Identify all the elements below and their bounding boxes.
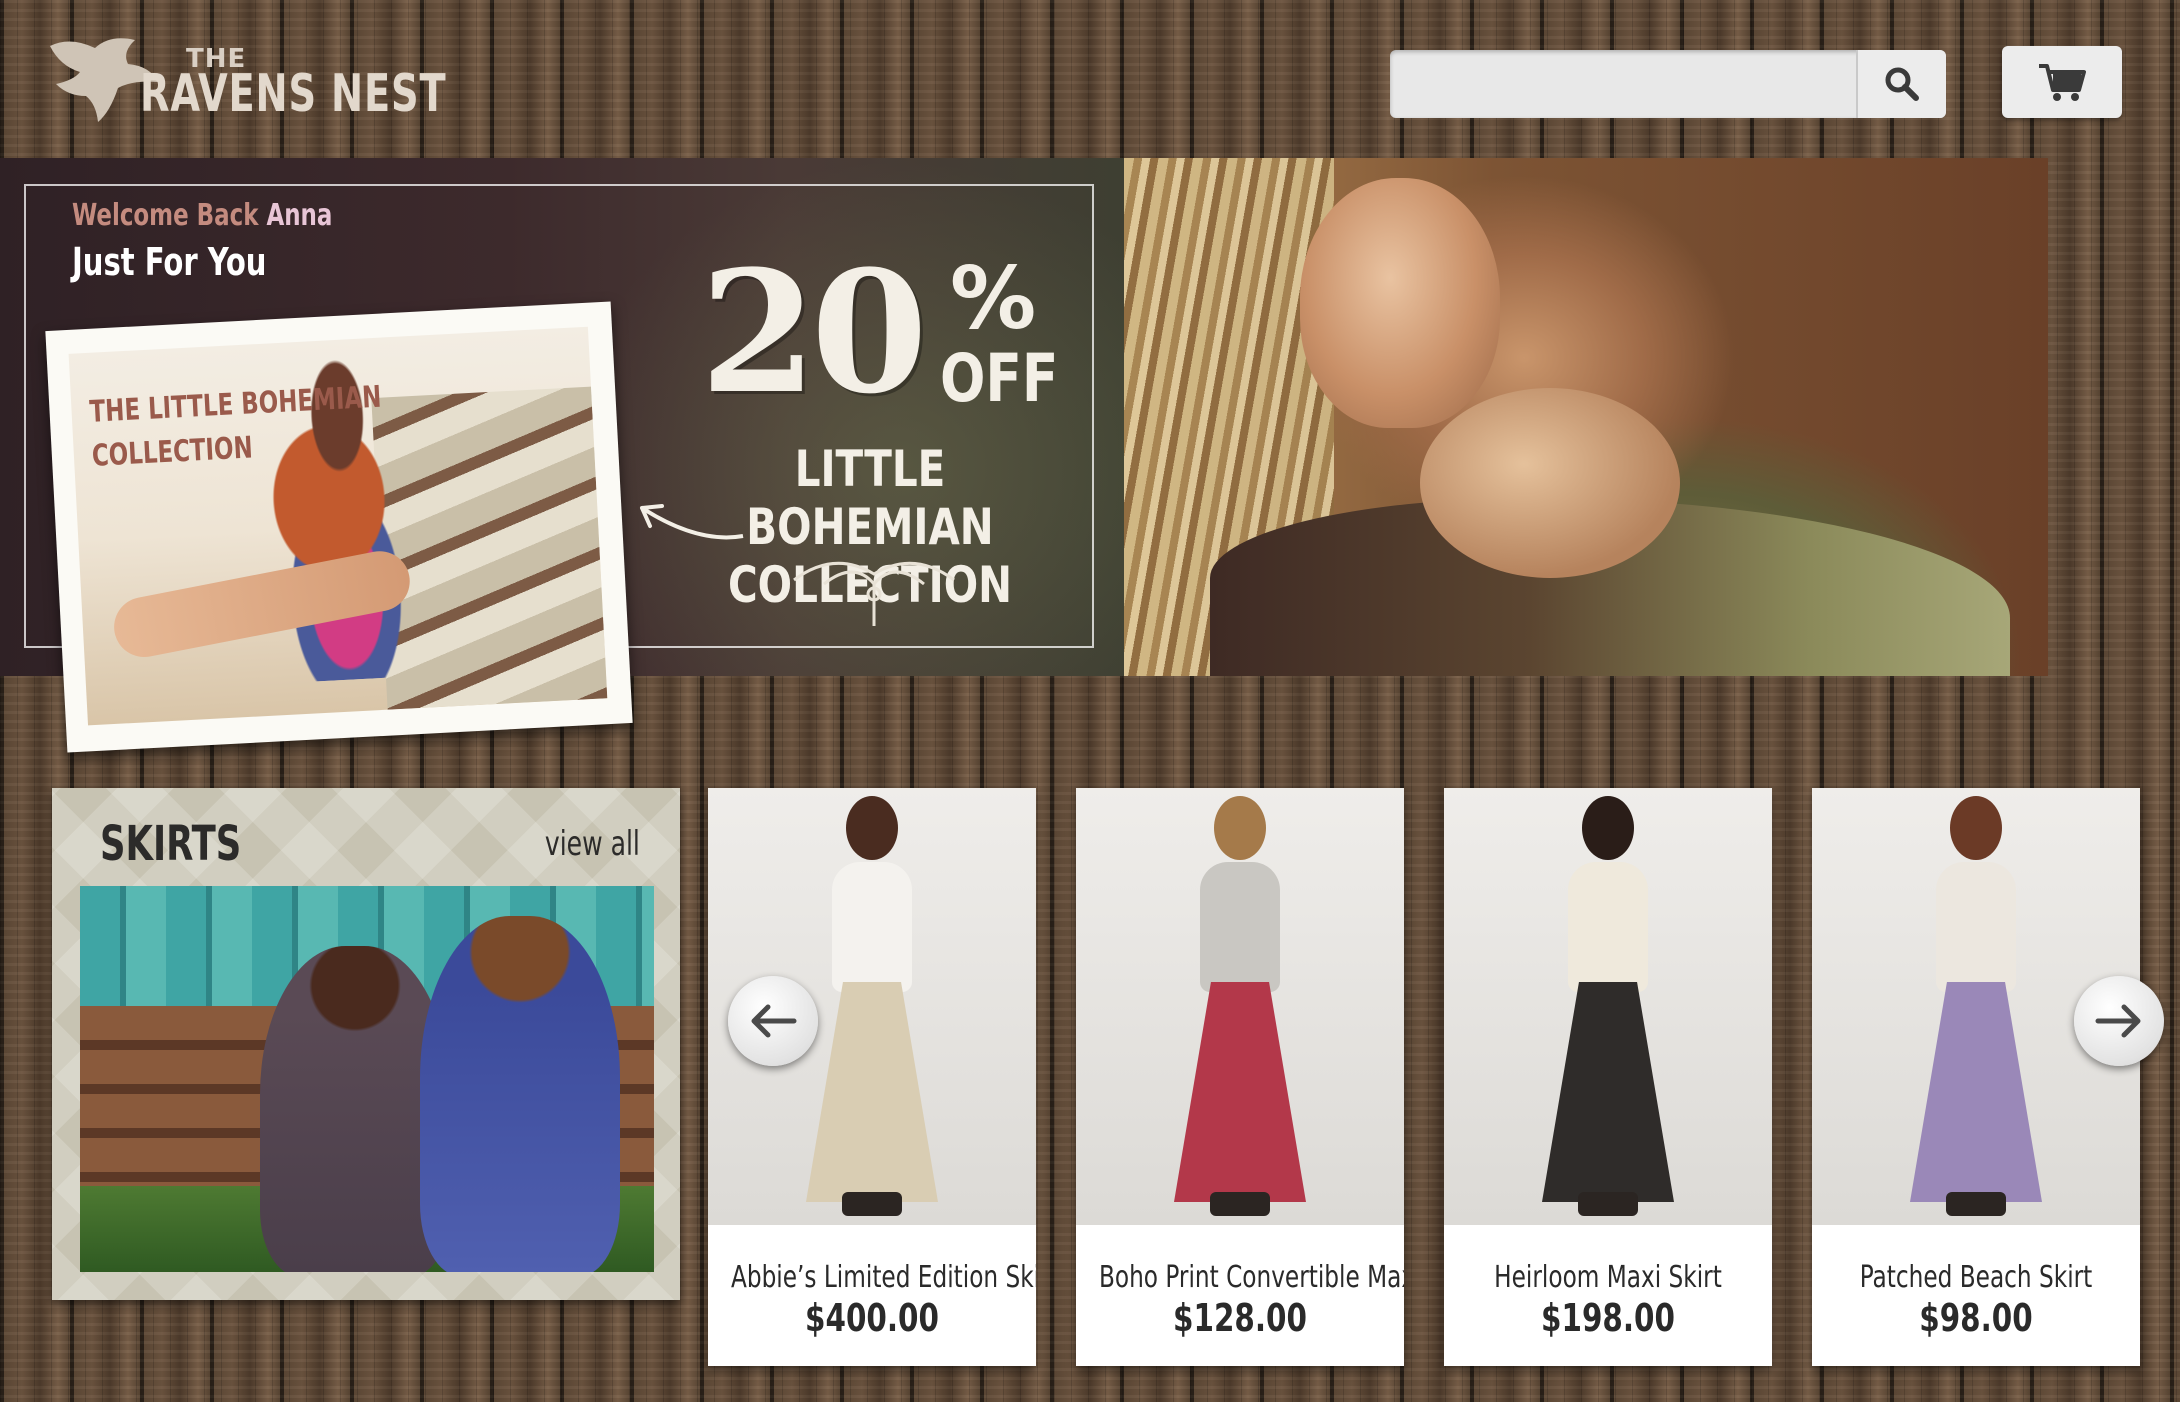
- product-price: $128.00: [1173, 1296, 1307, 1340]
- logo-name: RAVENS NEST: [140, 64, 447, 124]
- promo-percent-sign: %: [950, 249, 1037, 349]
- arrow-right-icon: [2095, 1004, 2141, 1038]
- search-icon: [1885, 67, 1919, 101]
- product-photo: [1076, 788, 1404, 1225]
- product-card[interactable]: Patched Beach Skirt $98.00: [1812, 788, 2140, 1366]
- header: THE RAVENS NEST: [0, 0, 2180, 158]
- curved-arrow-icon: [640, 504, 744, 540]
- skirts-category-photo: [80, 886, 654, 1272]
- just-for-you-heading: Just For You: [72, 240, 267, 284]
- product-photo: [1444, 788, 1772, 1225]
- arrow-left-icon: [751, 1004, 797, 1038]
- promo-discount-number: 20: [700, 233, 928, 431]
- flourish-ornament-icon: [793, 561, 955, 626]
- product-price: $98.00: [1919, 1296, 2033, 1340]
- skirts-title: SKIRTS: [100, 816, 242, 872]
- search-input[interactable]: [1390, 50, 1856, 118]
- view-all-link[interactable]: view all: [545, 824, 640, 864]
- product-card[interactable]: Heirloom Maxi Skirt $198.00: [1444, 788, 1772, 1366]
- skirts-category-tile[interactable]: SKIRTS view all: [52, 788, 680, 1300]
- cart-button[interactable]: [2002, 46, 2122, 118]
- carousel-prev-button[interactable]: [728, 976, 818, 1066]
- welcome-message: Welcome Back Anna: [72, 198, 332, 233]
- product-price: $400.00: [805, 1296, 939, 1340]
- product-name[interactable]: Boho Print Convertible Maxi: [1099, 1260, 1404, 1295]
- search-button[interactable]: [1856, 50, 1946, 118]
- search-bar: [1390, 50, 1946, 118]
- little-bohemian-polaroid[interactable]: THE LITTLE BOHEMIAN COLLECTION: [45, 301, 633, 753]
- product-card[interactable]: Abbie’s Limited Edition Skirt $400.00: [708, 788, 1036, 1366]
- carousel-next-button[interactable]: [2074, 976, 2164, 1066]
- product-name[interactable]: Patched Beach Skirt: [1835, 1260, 2117, 1295]
- product-name[interactable]: Abbie’s Limited Edition Skirt: [731, 1260, 1036, 1295]
- cart-icon: [2039, 64, 2086, 101]
- product-price: $198.00: [1541, 1296, 1675, 1340]
- welcome-prefix: Welcome Back: [72, 198, 259, 233]
- product-name[interactable]: Heirloom Maxi Skirt: [1467, 1260, 1749, 1295]
- user-name: Anna: [266, 198, 333, 233]
- product-card[interactable]: Boho Print Convertible Maxi $128.00: [1076, 788, 1404, 1366]
- polaroid-photo: THE LITTLE BOHEMIAN COLLECTION: [68, 326, 608, 726]
- ravens-nest-logo[interactable]: THE RAVENS NEST: [40, 26, 446, 126]
- polaroid-title: THE LITTLE BOHEMIAN COLLECTION: [88, 379, 383, 474]
- promo-off-text: OFF: [940, 340, 1059, 417]
